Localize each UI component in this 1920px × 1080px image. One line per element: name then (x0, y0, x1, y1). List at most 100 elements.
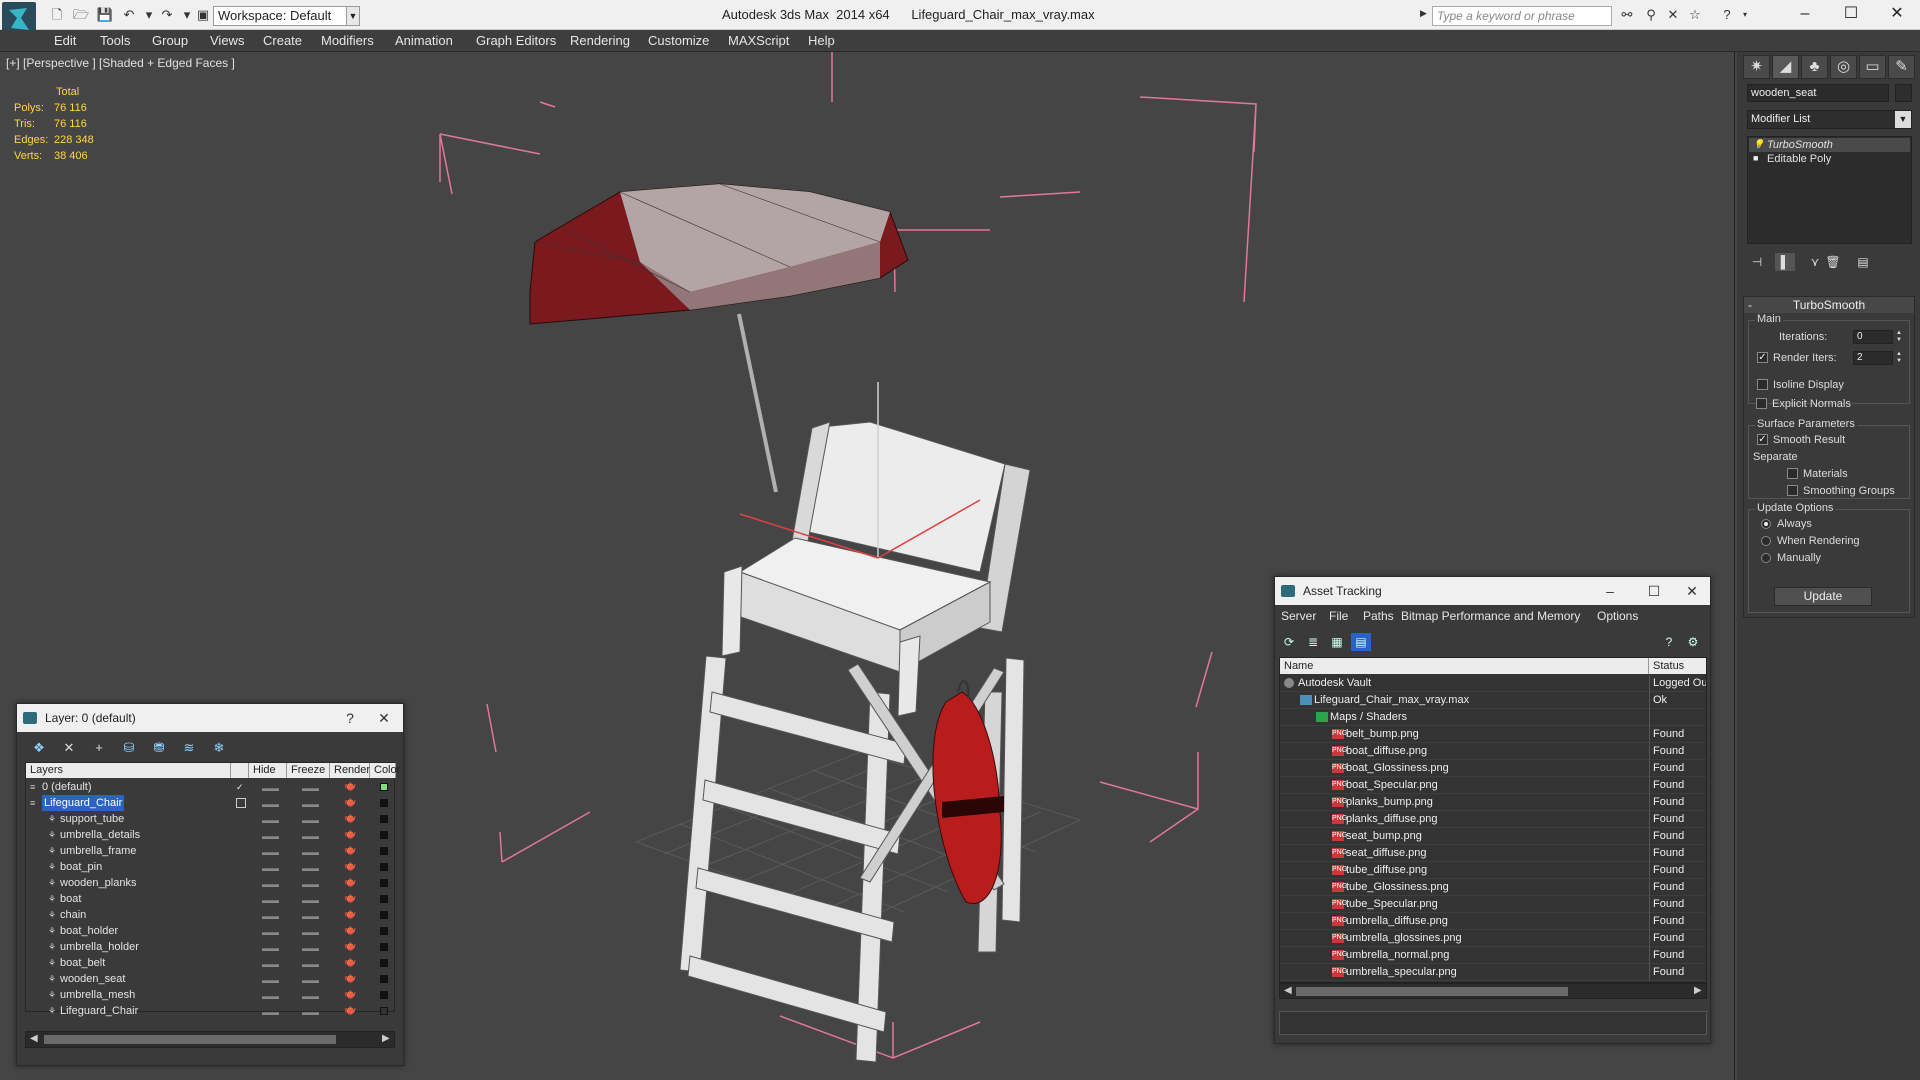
layer-row-name[interactable]: boat_pin (60, 859, 102, 875)
list-view-icon[interactable]: ≣ (1303, 633, 1323, 651)
stack-item-editable-poly[interactable]: ■ Editable Poly (1749, 152, 1910, 166)
hide-toggle[interactable]: ▬▬ (262, 1004, 279, 1020)
utilities-tab-icon[interactable]: ✎ (1888, 55, 1915, 79)
menu-modifiers[interactable]: Modifiers (321, 33, 374, 48)
remove-modifier-icon[interactable]: 🗑 (1823, 253, 1843, 271)
horizontal-scrollbar[interactable]: ◀ ▶ (25, 1031, 395, 1048)
freeze-toggle[interactable]: ▬▬ (302, 940, 319, 956)
asset-row[interactable]: PNG boat_diffuse.png Found (1280, 743, 1706, 760)
layer-color-swatch[interactable] (380, 799, 388, 807)
layer-row[interactable]: ⚘ wooden_planks ▬▬ ▬▬ 🫖 (26, 875, 394, 891)
asset-row[interactable]: PNG boat_Glossiness.png Found (1280, 760, 1706, 777)
asset-row[interactable]: PNG tube_diffuse.png Found (1280, 862, 1706, 879)
asset-row[interactable]: Autodesk Vault Logged Ou (1280, 675, 1706, 692)
hide-toggle[interactable]: ▬▬ (262, 876, 279, 892)
asset-row[interactable]: PNG umbrella_normal.png Found (1280, 947, 1706, 964)
viewport-label[interactable]: [+] [Perspective ] [Shaded + Edged Faces… (6, 56, 235, 70)
render-iters-spinner[interactable]: 2 (1853, 351, 1893, 365)
layer-color-swatch[interactable] (380, 991, 388, 999)
hide-toggle[interactable]: ▬▬ (262, 940, 279, 956)
update-button[interactable]: Update (1774, 587, 1872, 606)
layer-color-swatch[interactable] (380, 831, 388, 839)
display-tab-icon[interactable]: ▭ (1859, 55, 1886, 79)
layer-row[interactable]: ⚘ support_tube ▬▬ ▬▬ 🫖 (26, 811, 394, 827)
asset-row[interactable]: PNG umbrella_glossines.png Found (1280, 930, 1706, 947)
render-teapot-icon[interactable]: 🫖 (344, 907, 356, 923)
search-input[interactable]: Type a keyword or phrase (1432, 6, 1612, 26)
object-color-swatch[interactable] (1895, 84, 1912, 102)
layer-row-name[interactable]: boat (60, 891, 81, 907)
layer-row[interactable]: ⚘ chain ▬▬ ▬▬ 🫖 (26, 907, 394, 923)
show-end-result-icon[interactable]: ▌ (1775, 253, 1795, 271)
asset-menu-server[interactable]: Server (1281, 609, 1316, 623)
object-name-field[interactable]: wooden_seat (1747, 84, 1889, 102)
make-unique-icon[interactable]: ⋎ (1805, 253, 1825, 271)
layer-window-titlebar[interactable]: Layer: 0 (default) ? ✕ (17, 704, 403, 732)
modifier-list-dropdown[interactable]: Modifier List ▼ (1747, 110, 1912, 129)
add-to-layer-icon[interactable]: + (87, 737, 111, 759)
render-teapot-icon[interactable]: 🫖 (344, 811, 356, 827)
layer-row[interactable]: ⚘ boat_belt ▬▬ ▬▬ 🫖 (26, 955, 394, 971)
layer-color-swatch[interactable] (380, 847, 388, 855)
project-folder-icon[interactable]: ▣ (194, 7, 212, 23)
layer-row[interactable]: ≡ 0 (default) ✓ ▬▬ ▬▬ 🫖 (26, 779, 394, 795)
modify-tab-icon[interactable]: ◢ (1772, 55, 1799, 79)
iterations-spinner[interactable]: 0 (1853, 330, 1893, 344)
layer-row[interactable]: ⚘ umbrella_holder ▬▬ ▬▬ 🫖 (26, 939, 394, 955)
scroll-left-icon[interactable]: ◀ (30, 1033, 38, 1044)
close-icon[interactable]: ✕ (369, 704, 399, 732)
layer-row[interactable]: ⚘ boat_pin ▬▬ ▬▬ 🫖 (26, 859, 394, 875)
isoline-display-checkbox[interactable] (1757, 379, 1768, 390)
layer-color-swatch[interactable] (380, 863, 388, 871)
layer-row-name[interactable]: boat_belt (60, 955, 105, 971)
help-icon[interactable]: ? (335, 704, 365, 732)
layer-row-name[interactable]: umbrella_holder (60, 939, 139, 955)
layer-row-name[interactable]: umbrella_frame (60, 843, 136, 859)
minimize-icon[interactable]: – (1595, 577, 1625, 605)
maximize-button[interactable]: ☐ (1828, 2, 1874, 26)
open-file-icon[interactable]: 🗁 (72, 7, 90, 23)
help-icon[interactable]: ? (1659, 633, 1679, 651)
refresh-icon[interactable]: ⟳ (1279, 633, 1299, 651)
column-color[interactable]: Color (370, 763, 400, 778)
menu-rendering[interactable]: Rendering (570, 33, 630, 48)
help-icon[interactable]: ? (1718, 7, 1736, 23)
render-teapot-icon[interactable]: 🫖 (344, 987, 356, 1003)
motion-tab-icon[interactable]: ◎ (1830, 55, 1857, 79)
freeze-toggle[interactable]: ▬▬ (302, 860, 319, 876)
lightbulb-icon[interactable]: 💡 (1753, 140, 1764, 149)
maximize-icon[interactable]: ☐ (1639, 577, 1669, 605)
layer-row[interactable]: ⚘ umbrella_mesh ▬▬ ▬▬ 🫖 (26, 987, 394, 1003)
column-name[interactable]: Name (1280, 658, 1649, 674)
set-current-box-icon[interactable] (236, 798, 246, 808)
asset-menu-bitmap-performance[interactable]: Bitmap Performance and Memory (1401, 609, 1580, 623)
layer-color-swatch[interactable] (380, 927, 388, 935)
freeze-all-layers-icon[interactable]: ❄ (207, 737, 231, 759)
layer-color-swatch[interactable] (380, 943, 388, 951)
hide-toggle[interactable]: ▬▬ (262, 908, 279, 924)
rollout-header[interactable]: - TurboSmooth (1744, 297, 1914, 313)
asset-row[interactable]: PNG umbrella_diffuse.png Found (1280, 913, 1706, 930)
help-dropdown-icon[interactable]: ▾ (1736, 7, 1754, 23)
layer-color-swatch[interactable] (380, 879, 388, 887)
layer-row-name[interactable]: Lifeguard_Chair (60, 1003, 138, 1019)
horizontal-scrollbar[interactable]: ◀ ▶ (1279, 983, 1707, 999)
hide-all-layers-icon[interactable]: ≋ (177, 737, 201, 759)
settings-icon[interactable]: ⚙ (1683, 633, 1703, 651)
layer-color-swatch[interactable] (380, 815, 388, 823)
materials-checkbox[interactable] (1787, 468, 1798, 479)
render-teapot-icon[interactable]: 🫖 (344, 923, 356, 939)
asset-row[interactable]: PNG belt_bump.png Found (1280, 726, 1706, 743)
hide-toggle[interactable]: ▬▬ (262, 972, 279, 988)
asset-row[interactable]: PNG planks_diffuse.png Found (1280, 811, 1706, 828)
highlight-selected-icon[interactable]: ⛃ (147, 737, 171, 759)
favorites-star-icon[interactable]: ☆ (1686, 7, 1704, 23)
column-layers[interactable]: Layers (26, 763, 231, 778)
asset-row[interactable]: PNG seat_diffuse.png Found (1280, 845, 1706, 862)
menu-edit[interactable]: Edit (54, 33, 76, 48)
freeze-toggle[interactable]: ▬▬ (302, 828, 319, 844)
menu-graph-editors[interactable]: Graph Editors (476, 33, 556, 48)
layer-row[interactable]: ⚘ boat_holder ▬▬ ▬▬ 🫖 (26, 923, 394, 939)
binoculars-icon[interactable]: ⚯ (1618, 7, 1636, 23)
scrollbar-thumb[interactable] (44, 1035, 336, 1044)
